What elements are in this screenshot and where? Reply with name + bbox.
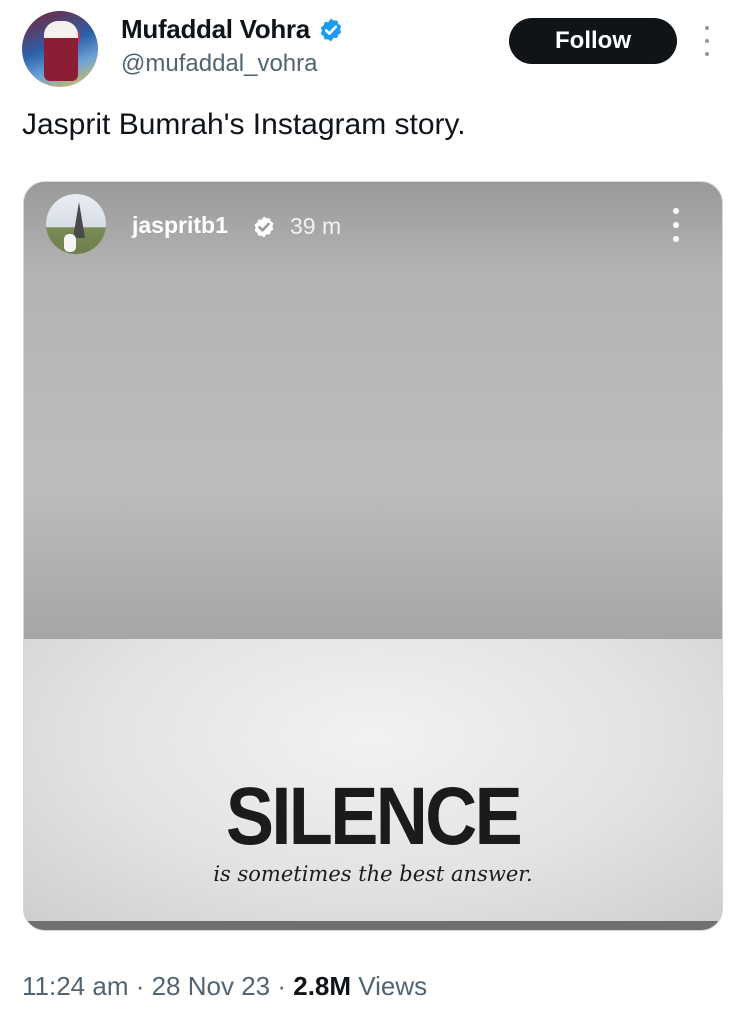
story-bottom-bar	[24, 921, 722, 930]
follow-button[interactable]: Follow	[509, 18, 677, 64]
story-headline: SILENCE	[225, 771, 523, 862]
more-options-icon[interactable]	[698, 26, 716, 56]
tweet-text: Jasprit Bumrah's Instagram story.	[22, 108, 466, 141]
author-name[interactable]: Mufaddal Vohra	[121, 14, 310, 45]
author-handle[interactable]: @mufaddal_vohra	[121, 50, 317, 78]
verified-badge-icon	[320, 18, 342, 41]
eiffel-tower-shape	[73, 202, 85, 238]
meta-separator: ·	[270, 971, 294, 1001]
meta-separator: ·	[128, 971, 152, 1001]
tweet-meta: 11:24 am · 28 Nov 23 · 2.8M Views	[22, 971, 427, 1002]
person-shape	[64, 234, 76, 252]
story-username: jaspritb1	[132, 212, 228, 238]
story-verified-icon	[254, 216, 274, 238]
tweet-date[interactable]: 28 Nov 23	[152, 971, 271, 1001]
author-avatar[interactable]	[22, 11, 98, 87]
author-name-row: Mufaddal Vohra	[121, 14, 344, 45]
story-time: 39 m	[290, 213, 342, 239]
tweet-time[interactable]: 11:24 am	[22, 971, 128, 1001]
views-count: 2.8M	[293, 971, 352, 1001]
views-label: Views	[351, 971, 428, 1001]
avatar-figure	[44, 21, 78, 81]
story-subtitle: is sometimes the best answer.	[213, 862, 533, 886]
story-avatar	[46, 194, 106, 254]
tweet-media-image[interactable]: jaspritb1 39 m SILENCE is sometimes the …	[23, 181, 723, 931]
story-more-icon	[672, 208, 680, 242]
